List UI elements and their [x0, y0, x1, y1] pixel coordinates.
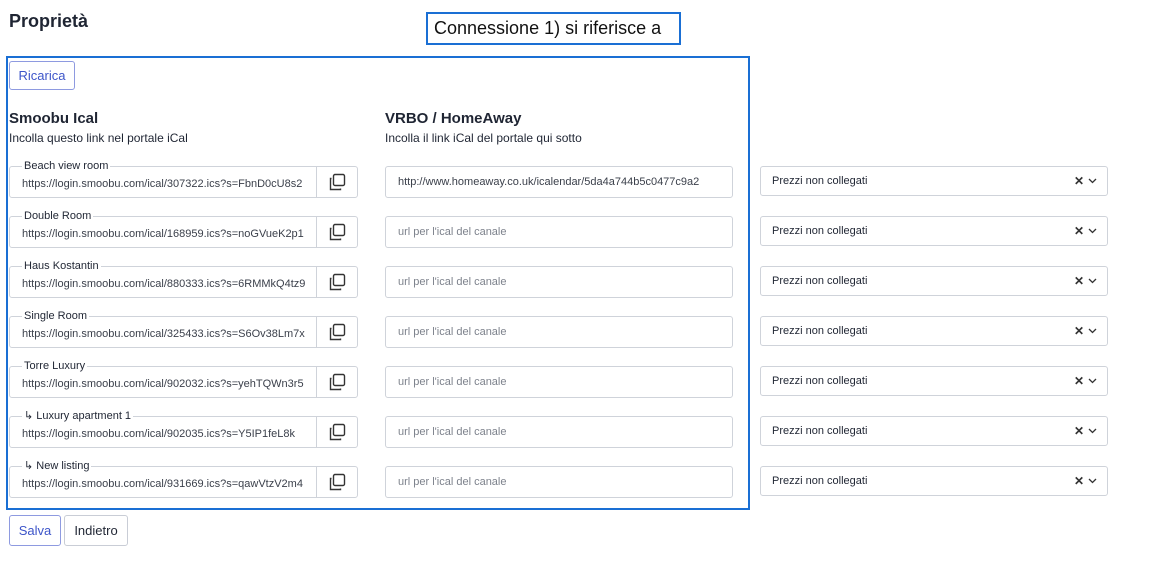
property-row: ↳ New listing https://login.smoobu.com/i…: [0, 460, 1160, 500]
price-select-value: Prezzi non collegati: [772, 375, 868, 387]
clear-icon[interactable]: ✕: [1074, 274, 1084, 288]
price-link-select[interactable]: Prezzi non collegati ✕: [760, 266, 1108, 296]
save-button[interactable]: Salva: [9, 515, 61, 546]
price-select-value: Prezzi non collegati: [772, 325, 868, 337]
copy-button[interactable]: [316, 417, 357, 447]
ical-url-text[interactable]: https://login.smoobu.com/ical/902032.ics…: [22, 378, 315, 391]
price-select-value: Prezzi non collegati: [772, 175, 868, 187]
copy-icon: [329, 223, 346, 241]
ical-link-field[interactable]: Torre Luxury https://login.smoobu.com/ic…: [9, 360, 358, 398]
copy-icon: [329, 273, 346, 291]
ical-url-text[interactable]: https://login.smoobu.com/ical/325433.ics…: [22, 328, 315, 341]
ical-link-field[interactable]: ↳ Luxury apartment 1 https://login.smoob…: [9, 410, 358, 448]
copy-button[interactable]: [316, 267, 357, 297]
property-name-label: Double Room: [22, 210, 94, 223]
callout-box: Connessione 1) si riferisce a: [426, 12, 681, 45]
property-name-label: Haus Kostantin: [22, 260, 101, 273]
price-link-select[interactable]: Prezzi non collegati ✕: [760, 216, 1108, 246]
chevron-down-icon[interactable]: [1088, 176, 1097, 185]
smoobu-column-subtitle: Incolla questo link nel portale iCal: [9, 131, 188, 145]
channel-ical-input[interactable]: [385, 166, 733, 198]
ical-link-field[interactable]: Double Room https://login.smoobu.com/ica…: [9, 210, 358, 248]
copy-button[interactable]: [316, 167, 357, 197]
smoobu-column-heading: Smoobu Ical: [9, 110, 99, 127]
property-row: Haus Kostantin https://login.smoobu.com/…: [0, 260, 1160, 300]
copy-button[interactable]: [316, 467, 357, 497]
chevron-down-icon[interactable]: [1088, 476, 1097, 485]
property-row: ↳ Luxury apartment 1 https://login.smoob…: [0, 410, 1160, 450]
price-link-select[interactable]: Prezzi non collegati ✕: [760, 316, 1108, 346]
chevron-down-icon[interactable]: [1088, 276, 1097, 285]
channel-ical-input[interactable]: [385, 416, 733, 448]
ical-link-field[interactable]: Single Room https://login.smoobu.com/ica…: [9, 310, 358, 348]
ical-link-field[interactable]: Haus Kostantin https://login.smoobu.com/…: [9, 260, 358, 298]
back-button[interactable]: Indietro: [64, 515, 128, 546]
chevron-down-icon[interactable]: [1088, 376, 1097, 385]
ical-url-text[interactable]: https://login.smoobu.com/ical/902035.ics…: [22, 428, 315, 441]
property-row: Double Room https://login.smoobu.com/ica…: [0, 210, 1160, 250]
copy-icon: [329, 323, 346, 341]
clear-icon[interactable]: ✕: [1074, 374, 1084, 388]
channel-column-heading: VRBO / HomeAway: [385, 110, 522, 127]
page-title: Proprietà: [9, 11, 89, 31]
property-row: Beach view room https://login.smoobu.com…: [0, 160, 1160, 200]
reload-button[interactable]: Ricarica: [9, 61, 75, 90]
property-name-label: ↳ New listing: [22, 460, 92, 473]
clear-icon[interactable]: ✕: [1074, 474, 1084, 488]
clear-icon[interactable]: ✕: [1074, 174, 1084, 188]
chevron-down-icon[interactable]: [1088, 326, 1097, 335]
channel-ical-input[interactable]: [385, 366, 733, 398]
price-link-select[interactable]: Prezzi non collegati ✕: [760, 416, 1108, 446]
clear-icon[interactable]: ✕: [1074, 324, 1084, 338]
channel-column-subtitle: Incolla il link iCal del portale qui sot…: [385, 131, 582, 145]
copy-icon: [329, 423, 346, 441]
copy-icon: [329, 473, 346, 491]
copy-icon: [329, 173, 346, 191]
price-select-value: Prezzi non collegati: [772, 275, 868, 287]
price-link-select[interactable]: Prezzi non collegati ✕: [760, 166, 1108, 196]
property-name-label: Beach view room: [22, 160, 111, 173]
channel-ical-input[interactable]: [385, 216, 733, 248]
copy-button[interactable]: [316, 317, 357, 347]
property-name-label: Torre Luxury: [22, 360, 88, 373]
channel-ical-input[interactable]: [385, 266, 733, 298]
chevron-down-icon[interactable]: [1088, 226, 1097, 235]
channel-ical-input[interactable]: [385, 316, 733, 348]
property-name-label: Single Room: [22, 310, 89, 323]
ical-link-field[interactable]: Beach view room https://login.smoobu.com…: [9, 160, 358, 198]
copy-button[interactable]: [316, 217, 357, 247]
clear-icon[interactable]: ✕: [1074, 424, 1084, 438]
ical-url-text[interactable]: https://login.smoobu.com/ical/307322.ics…: [22, 178, 315, 191]
price-select-value: Prezzi non collegati: [772, 475, 868, 487]
ical-url-text[interactable]: https://login.smoobu.com/ical/168959.ics…: [22, 228, 315, 241]
copy-button[interactable]: [316, 367, 357, 397]
chevron-down-icon[interactable]: [1088, 426, 1097, 435]
property-row: Single Room https://login.smoobu.com/ica…: [0, 310, 1160, 350]
price-select-value: Prezzi non collegati: [772, 425, 868, 437]
ical-url-text[interactable]: https://login.smoobu.com/ical/931669.ics…: [22, 478, 315, 491]
copy-icon: [329, 373, 346, 391]
price-select-value: Prezzi non collegati: [772, 225, 868, 237]
clear-icon[interactable]: ✕: [1074, 224, 1084, 238]
property-row: Torre Luxury https://login.smoobu.com/ic…: [0, 360, 1160, 400]
ical-url-text[interactable]: https://login.smoobu.com/ical/880333.ics…: [22, 278, 315, 291]
property-name-label: ↳ Luxury apartment 1: [22, 410, 134, 423]
ical-link-field[interactable]: ↳ New listing https://login.smoobu.com/i…: [9, 460, 358, 498]
channel-ical-input[interactable]: [385, 466, 733, 498]
price-link-select[interactable]: Prezzi non collegati ✕: [760, 466, 1108, 496]
price-link-select[interactable]: Prezzi non collegati ✕: [760, 366, 1108, 396]
